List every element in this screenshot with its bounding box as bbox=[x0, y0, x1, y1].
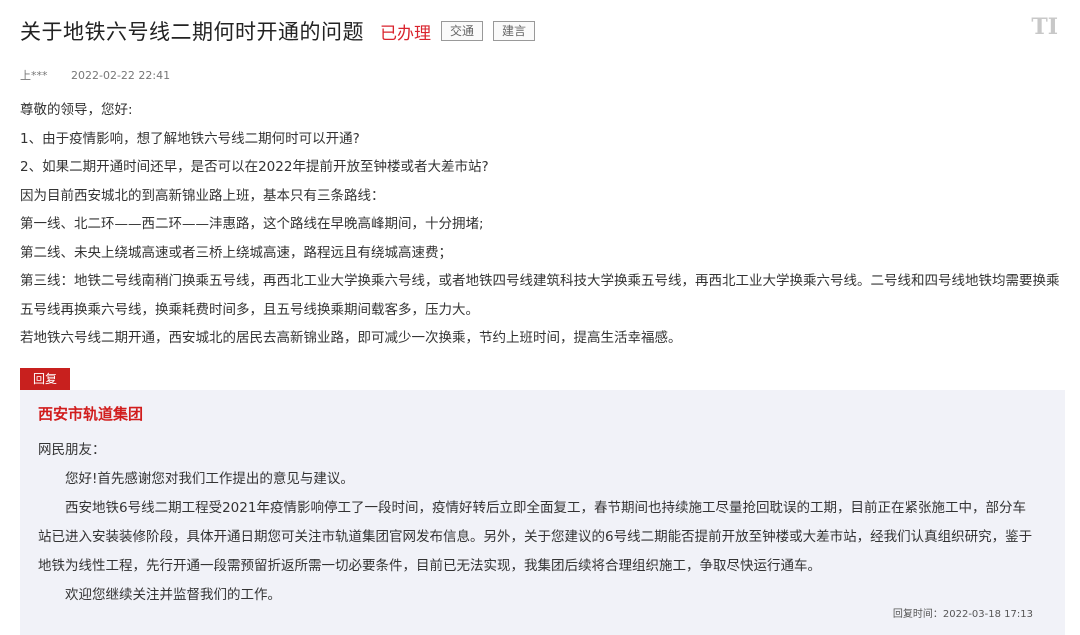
reply-paragraph: 欢迎您继续关注并监督我们的工作。 bbox=[65, 587, 281, 603]
page-header: 关于地铁六号线二期何时开通的问题 已办理 交通 建言 bbox=[20, 14, 536, 48]
reply-time: 回复时间：2022-03-18 17:13 bbox=[892, 609, 1033, 620]
message-line: 2、如果二期开通时间还早，是否可以在2022年提前开放至钟楼或者大差市站? bbox=[20, 159, 489, 175]
message-line: 因为目前西安城北的到高新锦业路上班，基本只有三条路线： bbox=[20, 187, 385, 204]
message-line: 第二线、未央上绕城高速或者三桥上绕城高速，路程远且有绕城高速费； bbox=[20, 244, 452, 261]
reply-body: 网民朋友： 您好!首先感谢您对我们工作提出的意见与建议。 西安地铁6号线二期工程… bbox=[38, 436, 1038, 610]
tag-traffic[interactable]: 交通 bbox=[441, 21, 484, 41]
message-line: 第三线：地铁二号线南稍门换乘五号线，再西北工业大学换乘六号线，或者地铁四号线建筑… bbox=[20, 273, 1060, 318]
message-body: 尊敬的领导，您好: 1、由于疫情影响，想了解地铁六号线二期何时可以开通? 2、如… bbox=[20, 96, 1070, 353]
post-date: 2022-02-22 22:41 bbox=[71, 69, 171, 82]
message-line: 尊敬的领导，您好: bbox=[20, 102, 133, 118]
reply-greeting: 网民朋友： bbox=[38, 442, 106, 458]
status-label: 已办理 bbox=[380, 23, 431, 44]
reply-paragraph: 西安地铁6号线二期工程受2021年疫情影响停工了一段时间，疫情好转后立即全面复工… bbox=[38, 500, 1033, 574]
message-line: 若地铁六号线二期开通，西安城北的居民去高新锦业路，即可减少一次换乘，节约上班时间… bbox=[20, 330, 682, 346]
reply-organization: 西安市轨道集团 bbox=[38, 405, 144, 423]
font-size-icon[interactable]: TI bbox=[1031, 14, 1058, 40]
reply-panel: 西安市轨道集团 网民朋友： 您好!首先感谢您对我们工作提出的意见与建议。 西安地… bbox=[20, 390, 1065, 635]
reply-tab: 回复 bbox=[20, 368, 70, 390]
tag-suggestion[interactable]: 建言 bbox=[493, 21, 536, 41]
page-title: 关于地铁六号线二期何时开通的问题 bbox=[20, 20, 364, 44]
author-name: 上*** bbox=[20, 69, 48, 82]
reply-paragraph: 您好!首先感谢您对我们工作提出的意见与建议。 bbox=[65, 471, 354, 487]
message-line: 第一线、北二环——西二环——沣惠路，这个路线在早晚高峰期间，十分拥堵; bbox=[20, 216, 484, 232]
message-line: 1、由于疫情影响，想了解地铁六号线二期何时可以开通? bbox=[20, 130, 360, 147]
post-meta: 上*** 2022-02-22 22:41 bbox=[20, 67, 170, 83]
